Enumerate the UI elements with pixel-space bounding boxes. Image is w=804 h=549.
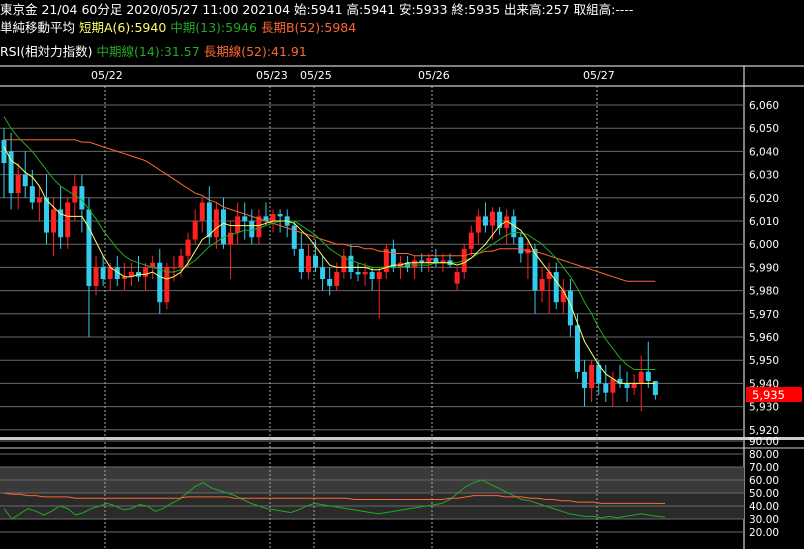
candle-down — [29, 186, 35, 203]
rsi-tick-label: 50.00 — [749, 488, 779, 500]
ma-short-line — [3, 146, 656, 384]
candle-up — [143, 267, 149, 277]
candle-up — [539, 279, 545, 291]
candle-up — [305, 255, 311, 273]
price-tick-label: 6,050 — [749, 123, 779, 135]
date-label: 05/26 — [418, 69, 450, 82]
candle-down — [277, 214, 283, 217]
candle-up — [178, 255, 184, 268]
candle-up — [164, 267, 170, 303]
price-tick-label: 5,980 — [749, 286, 779, 298]
candle-up — [412, 260, 418, 268]
candle-up — [107, 267, 113, 279]
rsi-tick-label: 70.00 — [749, 462, 779, 474]
rsi-tick-label: 60.00 — [749, 475, 779, 487]
candle-up — [185, 239, 191, 256]
candle-down — [433, 258, 439, 263]
panel-separator — [0, 437, 804, 440]
rsi-tick-label: 20.00 — [749, 527, 779, 539]
rsi-tick-label: 80.00 — [749, 449, 779, 461]
price-tick-label: 6,010 — [749, 216, 779, 228]
price-tick-label: 5,920 — [749, 425, 779, 437]
candle-up — [235, 216, 241, 233]
rsi-tick-label: 40.00 — [749, 501, 779, 513]
rsi-tick-label: 30.00 — [749, 514, 779, 526]
candle-up — [426, 258, 432, 263]
candle-down — [603, 383, 609, 393]
candle-up — [51, 209, 57, 233]
price-tick-label: 5,960 — [749, 332, 779, 344]
date-label: 05/22 — [91, 69, 123, 82]
candle-up — [610, 378, 616, 393]
candle-up — [334, 272, 340, 286]
candle-down — [220, 209, 226, 245]
candle-down — [242, 216, 248, 221]
candle-up — [36, 197, 42, 203]
chart-canvas[interactable]: 6,060 6,050 6,040 6,030 6,020 6,010 6,000 5,990… — [0, 0, 804, 549]
price-tick-label: 6,000 — [749, 239, 779, 251]
candle-up — [65, 202, 71, 238]
candle-down — [645, 371, 651, 382]
price-tick-label: 6,020 — [749, 193, 779, 205]
price-tick-label: 5,930 — [749, 402, 779, 414]
candle-down — [582, 371, 588, 389]
date-label: 05/25 — [300, 69, 332, 82]
candle-down — [100, 267, 106, 279]
candle-up — [560, 290, 566, 303]
candle-down — [518, 237, 524, 254]
candle-up — [213, 209, 219, 238]
candle-down — [320, 267, 326, 279]
rsi-tick-label: 90.00 — [749, 436, 779, 448]
date-label: 05/23 — [256, 69, 288, 82]
price-tick-label: 5,950 — [749, 355, 779, 367]
candle-up — [589, 364, 595, 389]
candle-up — [383, 248, 389, 273]
candle-down — [206, 202, 212, 238]
candle-down — [79, 186, 85, 210]
candle-down — [355, 272, 361, 275]
candle-up — [546, 272, 552, 279]
candle-down — [624, 383, 630, 389]
price-tick-label: 6,040 — [749, 146, 779, 158]
candle-down — [313, 255, 319, 268]
candle-up — [15, 174, 21, 194]
candle-up — [631, 383, 637, 389]
candle-up — [199, 202, 205, 221]
candle-down — [43, 197, 49, 233]
candle-up — [475, 216, 481, 233]
candle-down — [369, 272, 375, 279]
price-tick-label: 6,060 — [749, 100, 779, 112]
candle-down — [327, 279, 333, 286]
candle-down — [574, 325, 580, 372]
price-tick-label: 5,970 — [749, 309, 779, 321]
candle-down — [482, 216, 488, 226]
candle-up — [270, 214, 276, 221]
candle-up — [192, 221, 198, 240]
last-price-label: 5,935 — [752, 388, 785, 402]
candle-up — [93, 267, 99, 286]
candle-down — [348, 255, 354, 273]
candle-up — [376, 272, 382, 279]
candle-up — [468, 232, 474, 249]
candle-down — [22, 174, 28, 187]
candle-up — [171, 267, 177, 269]
candle-down — [86, 209, 92, 286]
candle-up — [454, 272, 460, 284]
date-label: 05/27 — [583, 69, 615, 82]
candle-up — [362, 272, 368, 275]
candle-up — [490, 211, 496, 226]
price-tick-label: 5,990 — [749, 262, 779, 274]
candle-down — [298, 248, 304, 273]
candle-down — [291, 225, 297, 249]
ma-mid-line — [3, 116, 656, 370]
candle-down — [249, 221, 255, 238]
price-tick-label: 6,030 — [749, 170, 779, 182]
candle-down — [553, 272, 559, 303]
candle-up — [638, 371, 644, 384]
candle-down — [1, 139, 7, 163]
